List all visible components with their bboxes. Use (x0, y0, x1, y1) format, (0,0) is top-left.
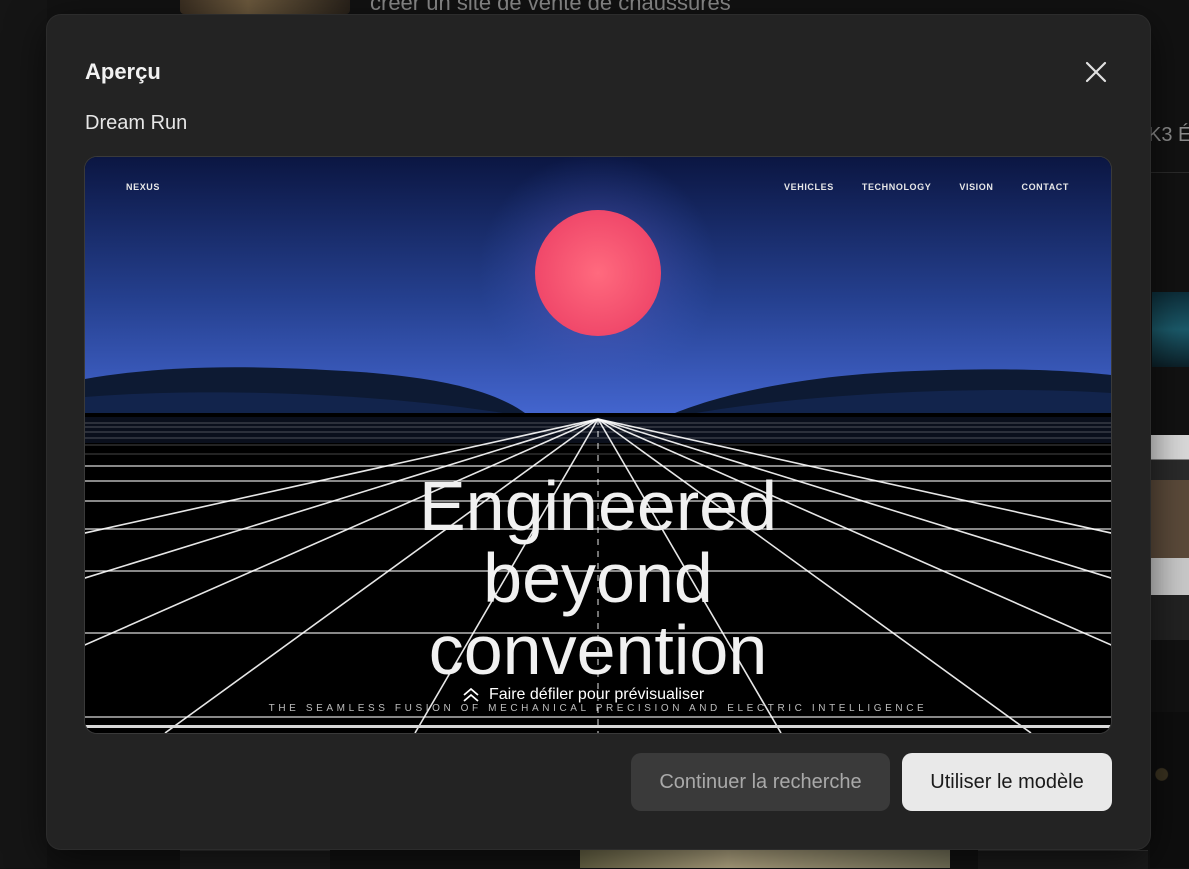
modal-title: Aperçu (85, 59, 161, 84)
background-panel (0, 0, 47, 868)
background-divider (1150, 172, 1189, 173)
site-nav-item: CONTACT (1021, 182, 1069, 192)
hero-line: Engineered (418, 467, 778, 545)
close-button[interactable] (1082, 58, 1110, 86)
background-thumbnail (978, 850, 1148, 869)
template-name: Dream Run (85, 112, 188, 134)
background-thumbnail (180, 850, 330, 869)
hero-tagline: THE SEAMLESS FUSION OF MECHANICAL PRECIS… (268, 703, 928, 714)
preview-bottom-edge (85, 725, 1111, 728)
use-template-button[interactable]: Utiliser le modèle (902, 753, 1112, 811)
hero-heading: Engineered beyond convention (85, 470, 1111, 686)
background-thumbnail (580, 848, 950, 868)
hero-line: beyond (483, 539, 713, 617)
background-thumbnail (1150, 712, 1189, 868)
scroll-hint-label: Faire défiler pour prévisualiser (489, 686, 705, 703)
scroll-hint: Faire défiler pour prévisualiser (461, 686, 704, 704)
template-preview[interactable]: NEXUS VEHICLES TECHNOLOGY VISION CONTACT… (85, 157, 1111, 733)
double-chevron-up-icon (463, 687, 479, 702)
background-result-text: K3 É (1148, 124, 1189, 146)
continue-search-button[interactable]: Continuer la recherche (631, 753, 890, 811)
site-nav: VEHICLES TECHNOLOGY VISION CONTACT (784, 182, 1069, 192)
background-thumbnail (180, 0, 350, 14)
site-nav-item: VEHICLES (784, 182, 834, 192)
site-nav-item: VISION (959, 182, 994, 192)
preview-modal: Aperçu Dream Run NEXUS VEHICLES TECHNOLO… (47, 15, 1150, 849)
background-thumbnail (1152, 292, 1189, 367)
background-result-title: créer un site de vente de chaussures (370, 0, 731, 15)
hero-line: convention (428, 611, 768, 689)
close-icon (1085, 61, 1107, 83)
site-nav-item: TECHNOLOGY (861, 182, 932, 192)
background-thumbnail (1150, 435, 1189, 640)
site-logo: NEXUS (126, 182, 161, 192)
